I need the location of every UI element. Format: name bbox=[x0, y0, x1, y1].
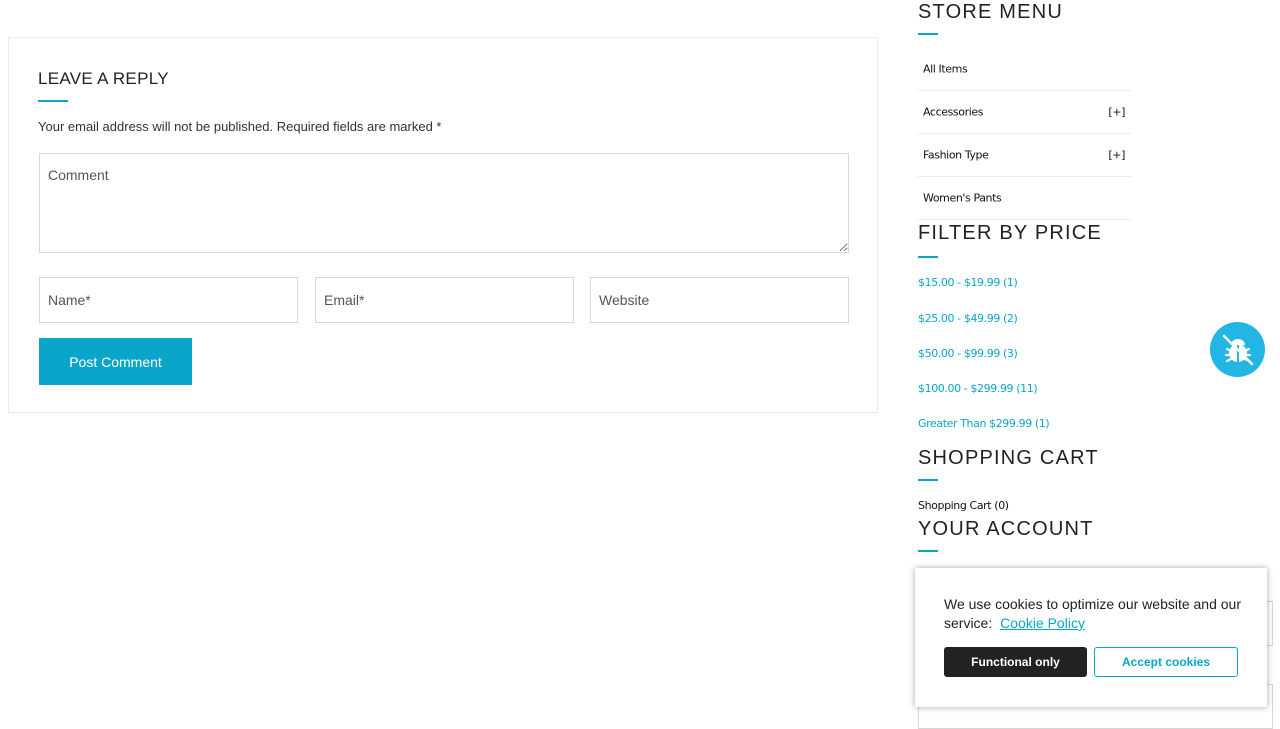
expand-toggle[interactable]: [+] bbox=[1108, 106, 1125, 119]
bug-report-button[interactable] bbox=[1210, 322, 1265, 377]
price-range-link[interactable]: $15.00 - $19.99 (1) bbox=[918, 276, 1018, 289]
account-underline bbox=[918, 550, 938, 552]
reply-title: LEAVE A REPLY bbox=[38, 69, 169, 88]
menu-item-label: Accessories bbox=[923, 105, 984, 119]
shopping-cart-link[interactable]: Shopping Cart (0) bbox=[918, 499, 1009, 512]
email-input[interactable] bbox=[315, 277, 574, 323]
store-menu-title: STORE MENU bbox=[918, 1, 1063, 23]
name-input[interactable] bbox=[39, 277, 298, 323]
website-input[interactable] bbox=[590, 277, 849, 323]
store-menu-underline bbox=[918, 33, 938, 35]
menu-item-womens-pants[interactable]: Women's Pants bbox=[918, 177, 1131, 220]
reply-note: Your email address will not be published… bbox=[38, 119, 442, 134]
leave-reply-section: LEAVE A REPLY Your email address will no… bbox=[8, 37, 878, 413]
title-underline bbox=[38, 100, 68, 102]
price-range-link[interactable]: Greater Than $299.99 (1) bbox=[918, 417, 1050, 430]
menu-item-accessories[interactable]: Accessories [+] bbox=[918, 91, 1131, 134]
filter-by-price-title: FILTER BY PRICE bbox=[918, 222, 1102, 244]
expand-toggle[interactable]: [+] bbox=[1108, 149, 1125, 162]
menu-item-label: Fashion Type bbox=[923, 148, 989, 162]
your-account-title: YOUR ACCOUNT bbox=[918, 518, 1094, 540]
menu-item-all-items[interactable]: All Items bbox=[918, 48, 1131, 91]
cookie-consent-panel: We use cookies to optimize our website a… bbox=[915, 568, 1267, 707]
menu-item-label: Women's Pants bbox=[923, 191, 1002, 205]
accept-cookies-button[interactable]: Accept cookies bbox=[1094, 647, 1238, 677]
cart-underline bbox=[918, 479, 938, 481]
cookie-text: We use cookies to optimize our website a… bbox=[944, 596, 1242, 631]
menu-item-fashion-type[interactable]: Fashion Type [+] bbox=[918, 134, 1131, 177]
cookie-message: We use cookies to optimize our website a… bbox=[944, 595, 1244, 633]
price-range-link[interactable]: $25.00 - $49.99 (2) bbox=[918, 312, 1018, 325]
functional-only-button[interactable]: Functional only bbox=[944, 647, 1087, 677]
post-comment-button[interactable]: Post Comment bbox=[39, 338, 192, 385]
cookie-policy-link[interactable]: Cookie Policy bbox=[1000, 615, 1085, 631]
price-range-link[interactable]: $50.00 - $99.99 (3) bbox=[918, 347, 1018, 360]
comment-textarea[interactable] bbox=[39, 153, 849, 253]
filter-underline bbox=[918, 256, 938, 258]
shopping-cart-title: SHOPPING CART bbox=[918, 447, 1099, 469]
bug-icon bbox=[1222, 334, 1253, 365]
menu-item-label: All Items bbox=[923, 62, 968, 76]
price-range-link[interactable]: $100.00 - $299.99 (11) bbox=[918, 382, 1038, 395]
